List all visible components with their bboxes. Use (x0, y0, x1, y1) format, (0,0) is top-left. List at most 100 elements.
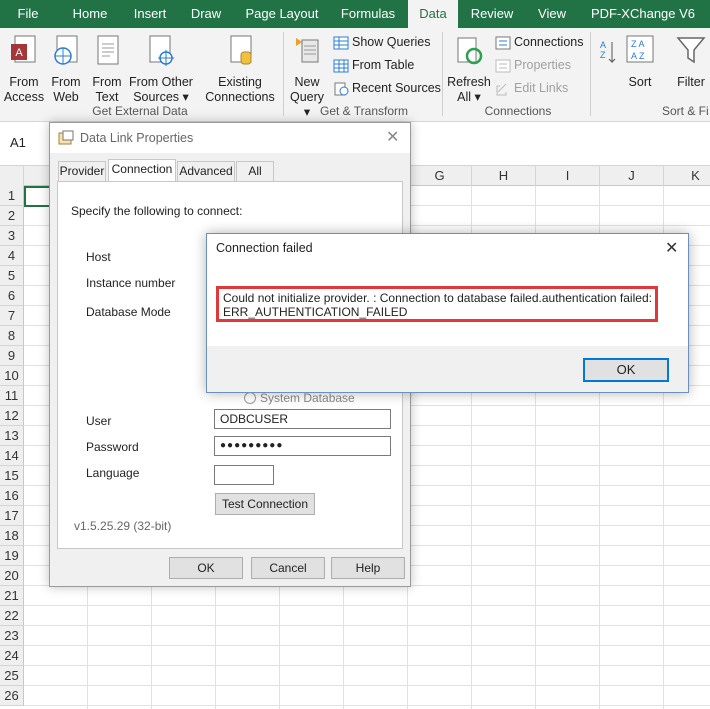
tab-data[interactable]: Data (408, 0, 458, 28)
row-header[interactable]: 17 (0, 506, 24, 526)
tab-file[interactable]: File (6, 0, 50, 28)
row-header[interactable]: 19 (0, 546, 24, 566)
name-box[interactable]: A1 (4, 132, 48, 154)
svg-text:A: A (15, 47, 23, 59)
show-queries-button[interactable]: Show Queries (333, 32, 431, 52)
properties-button[interactable]: Properties (495, 55, 571, 75)
existing-connections-button[interactable]: Existing Connections (204, 34, 276, 105)
existing-label-1: Existing (218, 75, 262, 89)
group-separator (442, 32, 443, 116)
row-header[interactable]: 6 (0, 286, 24, 306)
tab-all[interactable]: All (236, 161, 274, 181)
tab-insert[interactable]: Insert (125, 0, 175, 28)
tab-draw[interactable]: Draw (184, 0, 228, 28)
row-header[interactable]: 4 (0, 246, 24, 266)
ribbon: A From Access From Web From Text From Ot… (0, 28, 710, 122)
group-label-get-external-data: Get External Data (92, 104, 188, 118)
edit-links-button[interactable]: Edit Links (495, 78, 568, 98)
dialog-body: Connection failed ✕ Could not initialize… (207, 234, 688, 346)
row-header[interactable]: 1 (0, 186, 24, 206)
connections-label: Connections (514, 35, 584, 49)
new-query-label-1: New (294, 75, 320, 89)
show-queries-label: Show Queries (352, 35, 431, 49)
tab-provider[interactable]: Provider (58, 161, 106, 181)
properties-label: Properties (514, 58, 571, 72)
row-header[interactable]: 20 (0, 566, 24, 586)
password-input[interactable]: ●●●●●●●●● (214, 436, 391, 456)
from-web-label-2: Web (53, 90, 79, 104)
tab-page-layout[interactable]: Page Layout (241, 0, 323, 28)
help-button[interactable]: Help (331, 557, 405, 579)
ok-button[interactable]: OK (169, 557, 243, 579)
tab-formulas[interactable]: Formulas (334, 0, 402, 28)
test-connection-button[interactable]: Test Connection (215, 493, 315, 515)
sort-button[interactable]: Z A A Z Sort (624, 34, 656, 90)
row-header[interactable]: 5 (0, 266, 24, 286)
tab-home[interactable]: Home (63, 0, 117, 28)
row-header[interactable]: 12 (0, 406, 24, 426)
row-header[interactable]: 3 (0, 226, 24, 246)
svg-text:Z A: Z A (631, 39, 645, 49)
tab-connection[interactable]: Connection (108, 159, 176, 182)
filter-button[interactable]: Filter (672, 34, 710, 90)
tab-review[interactable]: Review (466, 0, 518, 28)
column-header[interactable]: J (600, 166, 664, 186)
row-header[interactable]: 11 (0, 386, 24, 406)
sort-dialog-icon: Z A A Z (626, 35, 654, 63)
dialog-title-bar: Data Link Properties ✕ (50, 123, 410, 153)
gridline (24, 705, 710, 706)
row-header[interactable]: 13 (0, 426, 24, 446)
gridline (24, 605, 710, 606)
row-header[interactable]: 18 (0, 526, 24, 546)
tab-view[interactable]: View (530, 0, 574, 28)
column-header[interactable]: G (408, 166, 472, 186)
row-header[interactable]: 24 (0, 646, 24, 666)
from-access-button[interactable]: A From Access (2, 34, 46, 105)
from-web-button[interactable]: From Web (48, 34, 84, 105)
select-all-corner[interactable] (0, 166, 24, 186)
refresh-all-button[interactable]: Refresh All ▾ (446, 34, 492, 105)
row-header[interactable]: 26 (0, 686, 24, 706)
from-text-button[interactable]: From Text (89, 34, 125, 105)
tab-advanced[interactable]: Advanced (177, 161, 235, 181)
from-other-sources-button[interactable]: From Other Sources ▾ (128, 34, 194, 105)
from-table-button[interactable]: From Table (333, 55, 414, 75)
row-header[interactable]: 14 (0, 446, 24, 466)
row-header[interactable]: 23 (0, 626, 24, 646)
user-input[interactable]: ODBCUSER (214, 409, 391, 429)
from-other-label-1: From Other (129, 75, 193, 89)
sort-az-button[interactable]: AZ (596, 34, 620, 78)
row-header[interactable]: 10 (0, 366, 24, 386)
language-label: Language (86, 466, 140, 480)
recent-sources-button[interactable]: Recent Sources (333, 78, 441, 98)
connections-button[interactable]: Connections (495, 32, 584, 52)
group-label-sort-filter: Sort & Fi (662, 104, 709, 118)
column-header[interactable]: H (472, 166, 536, 186)
row-header[interactable]: 16 (0, 486, 24, 506)
web-icon (54, 35, 78, 65)
from-text-label-1: From (92, 75, 122, 89)
row-header[interactable]: 2 (0, 206, 24, 226)
row-header[interactable]: 22 (0, 606, 24, 626)
table-icon (333, 59, 349, 73)
filter-label: Filter (677, 75, 705, 89)
gridline (24, 685, 710, 686)
row-header[interactable]: 7 (0, 306, 24, 326)
column-header[interactable]: I (536, 166, 600, 186)
system-database-radio[interactable]: System Database (244, 391, 355, 405)
ok-button[interactable]: OK (583, 358, 669, 382)
group-label-get-transform: Get & Transform (319, 104, 409, 118)
close-icon[interactable]: ✕ (386, 127, 399, 147)
version-text: v1.5.25.29 (32-bit) (74, 519, 172, 533)
cancel-button[interactable]: Cancel (251, 557, 325, 579)
tab-pdf-xchange[interactable]: PDF-XChange V6 (588, 0, 698, 28)
row-header[interactable]: 8 (0, 326, 24, 346)
host-label: Host (86, 250, 111, 264)
row-header[interactable]: 21 (0, 586, 24, 606)
language-input[interactable] (214, 465, 274, 485)
close-icon[interactable]: ✕ (665, 238, 678, 258)
row-header[interactable]: 15 (0, 466, 24, 486)
row-header[interactable]: 9 (0, 346, 24, 366)
row-header[interactable]: 25 (0, 666, 24, 686)
column-header[interactable]: K (664, 166, 710, 186)
